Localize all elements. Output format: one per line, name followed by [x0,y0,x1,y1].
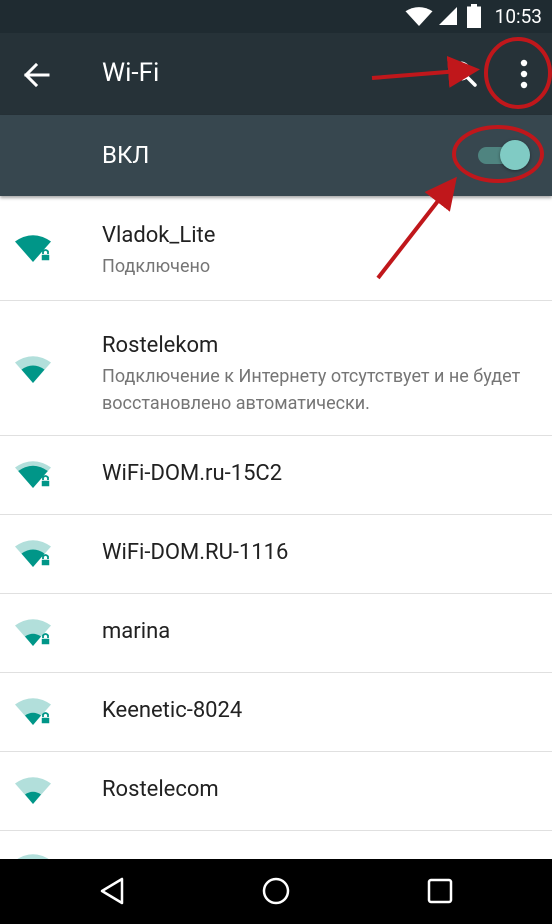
status-time: 10:53 [494,5,542,28]
app-bar: Wi-Fi [0,33,552,115]
nav-home-icon[interactable] [261,876,291,906]
wifi-signal-low-icon [15,777,51,804]
network-item-vladok-lite[interactable]: Vladok_Lite Подключено [0,196,552,301]
wifi-toggle-bar: ВКЛ [0,115,552,196]
nav-recents-icon[interactable] [425,876,455,906]
network-item-wifi-dom-15c2[interactable]: WiFi-DOM.ru-15C2 [0,436,552,515]
network-item-wifi-dom-1116[interactable]: WiFi-DOM.RU-1116 [0,515,552,594]
navigation-bar [0,859,552,924]
status-bar: 10:53 [0,0,552,33]
wifi-signal-medium-lock-icon [15,540,51,567]
network-status: Подключение к Интернету отсутствует и не… [102,366,521,414]
wifi-signal-high-lock-icon [15,461,51,488]
network-name: WiFi-DOM.ru-15C2 [102,461,283,486]
page-title: Wi-Fi [102,58,160,88]
network-name: marina [102,619,171,644]
overflow-menu-icon[interactable] [509,55,539,93]
network-status: Подключено [102,256,211,277]
network-list: Vladok_Lite Подключено Rostelekom Подклю… [0,196,552,881]
network-item-marina[interactable]: marina [0,594,552,673]
network-name: Rostelecom [102,777,219,802]
network-item-rostelekom[interactable]: Rostelekom Подключение к Интернету отсут… [0,301,552,436]
switch-thumb [500,140,530,170]
network-name: Vladok_Lite [102,223,216,248]
network-name: Rostelekom [102,333,219,358]
wifi-signal-full-lock-icon [15,235,51,262]
toggle-label: ВКЛ [102,141,150,169]
network-name: WiFi-DOM.RU-1116 [102,540,289,565]
wifi-signal-low-lock-icon [15,619,51,646]
search-icon[interactable] [447,57,481,91]
wifi-signal-low-lock-icon [15,698,51,725]
nav-back-icon[interactable] [98,876,128,906]
wifi-status-icon [405,7,433,26]
battery-icon [467,4,481,28]
network-item-rostelecom[interactable]: Rostelecom [0,752,552,831]
wifi-switch[interactable] [476,139,530,171]
network-item-keenetic-8024[interactable]: Keenetic-8024 [0,673,552,752]
back-arrow-icon[interactable] [21,60,51,90]
network-name: Keenetic-8024 [102,698,243,723]
cell-signal-icon [439,7,457,25]
wifi-signal-medium-icon [15,356,51,383]
